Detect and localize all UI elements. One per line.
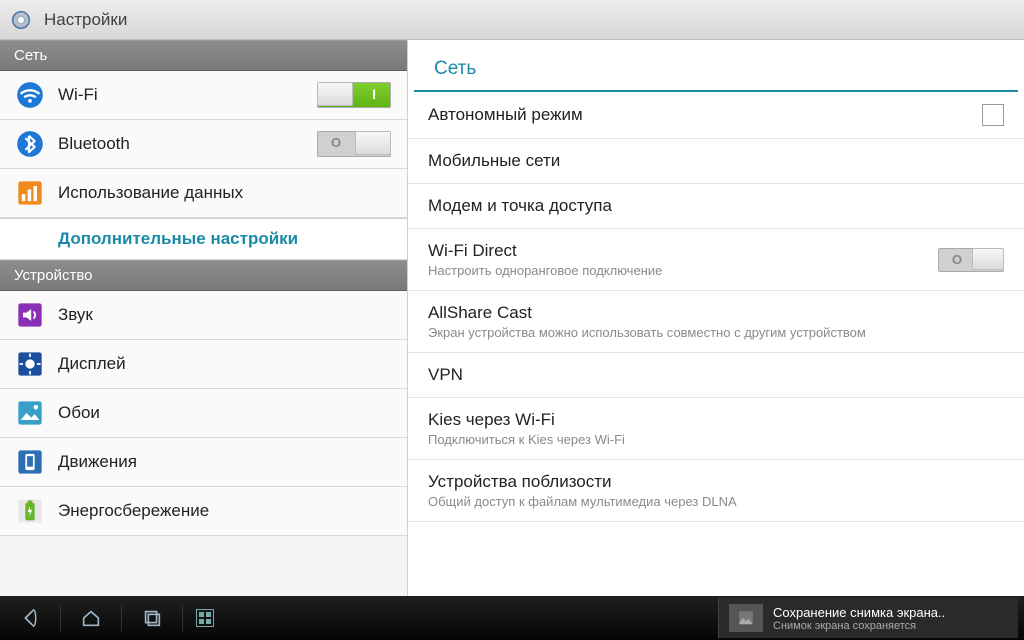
sidebar-item-label: Wi-Fi <box>58 85 98 105</box>
sidebar-item-wifi[interactable]: Wi-Fi <box>0 71 407 120</box>
detail-item-title: Kies через Wi-Fi <box>428 410 1004 430</box>
detail-item-allshare-cast[interactable]: AllShare Cast Экран устройства можно исп… <box>408 291 1024 353</box>
detail-item-nearby-devices[interactable]: Устройства поблизости Общий доступ к фай… <box>408 460 1024 522</box>
detail-item-title: Автономный режим <box>428 105 982 125</box>
sidebar-item-label: Обои <box>58 403 100 423</box>
titlebar: Настройки <box>0 0 1024 40</box>
detail-item-title: Модем и точка доступа <box>428 196 1004 216</box>
sidebar-item-more-settings[interactable]: Дополнительные настройки <box>0 218 407 260</box>
motion-icon <box>16 448 44 476</box>
sidebar-item-motion[interactable]: Движения <box>0 438 407 487</box>
detail-item-mobile-networks[interactable]: Мобильные сети <box>408 139 1024 184</box>
sidebar-item-wallpaper[interactable]: Обои <box>0 389 407 438</box>
detail-item-title: AllShare Cast <box>428 303 1004 323</box>
recent-apps-button[interactable] <box>122 596 182 640</box>
detail-pane: Сеть Автономный режим Мобильные сети Мод… <box>408 40 1024 596</box>
sidebar-item-sound[interactable]: Звук <box>0 291 407 340</box>
sidebar-item-label: Энергосбережение <box>58 501 209 521</box>
sidebar-item-data-usage[interactable]: Использование данных <box>0 169 407 218</box>
sidebar-item-label: Bluetooth <box>58 134 130 154</box>
notification-toast[interactable]: Сохранение снимка экрана.. Снимок экрана… <box>718 598 1018 638</box>
sidebar-item-power-saving[interactable]: Энергосбережение <box>0 487 407 536</box>
detail-header: Сеть <box>414 40 1018 92</box>
settings-sidebar: Сеть Wi-Fi Bluetooth <box>0 40 408 596</box>
back-button[interactable] <box>0 596 60 640</box>
system-navbar: Сохранение снимка экрана.. Снимок экрана… <box>0 596 1024 640</box>
sidebar-item-display[interactable]: Дисплей <box>0 340 407 389</box>
notification-thumbnail-icon <box>729 604 763 632</box>
notification-subtitle: Снимок экрана сохраняется <box>773 620 945 632</box>
detail-item-tethering[interactable]: Модем и точка доступа <box>408 184 1024 229</box>
wifi-toggle[interactable] <box>317 82 391 108</box>
display-icon <box>16 350 44 378</box>
sound-icon <box>16 301 44 329</box>
bluetooth-icon <box>16 130 44 158</box>
detail-item-subtitle: Настроить одноранговое подключение <box>428 263 938 278</box>
screenshot-button[interactable] <box>183 596 227 640</box>
page-title: Настройки <box>44 10 127 30</box>
detail-item-title: Устройства поблизости <box>428 472 1004 492</box>
notification-title: Сохранение снимка экрана.. <box>773 605 945 620</box>
battery-icon <box>16 497 44 525</box>
sidebar-item-label: Движения <box>58 452 137 472</box>
wallpaper-icon <box>16 399 44 427</box>
sidebar-item-label: Использование данных <box>58 183 243 203</box>
detail-item-wifi-direct[interactable]: Wi-Fi Direct Настроить одноранговое подк… <box>408 229 1024 291</box>
detail-item-title: Wi-Fi Direct <box>428 241 938 261</box>
bluetooth-toggle[interactable] <box>317 131 391 157</box>
detail-item-subtitle: Общий доступ к файлам мультимедиа через … <box>428 494 1004 509</box>
detail-item-title: Мобильные сети <box>428 151 1004 171</box>
airplane-checkbox[interactable] <box>982 104 1004 126</box>
home-button[interactable] <box>61 596 121 640</box>
detail-item-subtitle: Подключиться к Kies через Wi-Fi <box>428 432 1004 447</box>
sidebar-item-bluetooth[interactable]: Bluetooth <box>0 120 407 169</box>
detail-item-title: VPN <box>428 365 1004 385</box>
sidebar-item-label: Звук <box>58 305 93 325</box>
sidebar-section-device: Устройство <box>0 260 407 291</box>
settings-gear-icon <box>10 9 32 31</box>
detail-item-airplane[interactable]: Автономный режим <box>408 92 1024 139</box>
data-usage-icon <box>16 179 44 207</box>
detail-item-vpn[interactable]: VPN <box>408 353 1024 398</box>
detail-item-subtitle: Экран устройства можно использовать совм… <box>428 325 1004 340</box>
detail-item-kies[interactable]: Kies через Wi-Fi Подключиться к Kies чер… <box>408 398 1024 460</box>
wifi-direct-toggle[interactable] <box>938 248 1004 272</box>
wifi-icon <box>16 81 44 109</box>
sidebar-item-label: Дополнительные настройки <box>58 229 298 249</box>
sidebar-item-label: Дисплей <box>58 354 126 374</box>
sidebar-section-network: Сеть <box>0 40 407 71</box>
